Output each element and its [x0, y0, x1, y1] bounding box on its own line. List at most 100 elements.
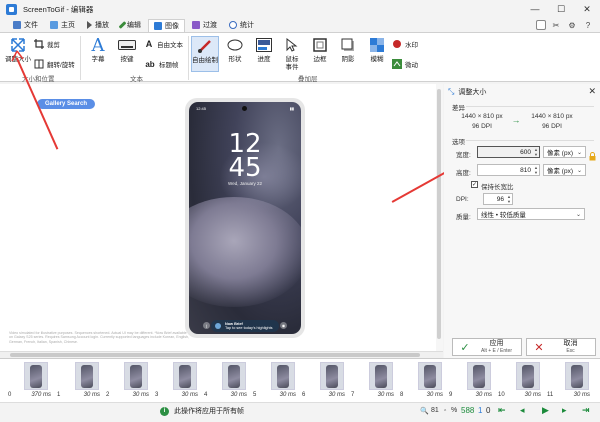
tab-file[interactable]: 文件: [8, 19, 43, 32]
image-icon: [154, 21, 162, 30]
height-input[interactable]: 810 ▲ ▼: [477, 164, 540, 176]
height-unit-select[interactable]: 像素 (px) ⌄: [543, 164, 586, 176]
dpi-input[interactable]: 96 ▲ ▼: [483, 193, 513, 205]
help-icon[interactable]: ?: [582, 20, 594, 30]
frame-item[interactable]: 7 30 ms: [349, 362, 398, 398]
progress-button[interactable]: 进度: [250, 36, 278, 64]
width-unit-select[interactable]: 像素 (px) ⌄: [543, 146, 586, 158]
frame-item[interactable]: 0 370 ms: [6, 362, 55, 398]
quality-select[interactable]: 线性 • 较低质量 ⌄: [477, 208, 585, 220]
stepper-icon[interactable]: ▲ ▼: [534, 165, 538, 175]
caption-button[interactable]: A 字幕: [84, 35, 112, 64]
cut-icon[interactable]: ✂: [550, 20, 562, 30]
first-frame-icon[interactable]: ⇤: [498, 405, 506, 416]
frame-item[interactable]: 11 30 ms: [545, 362, 594, 398]
new-size: 1440 × 810 px: [531, 113, 573, 120]
frame-thumbnail: [320, 362, 344, 390]
frame-number: 7: [351, 392, 355, 398]
apply-label: 应用: [489, 339, 504, 347]
stepper-icon[interactable]: ▲ ▼: [507, 194, 511, 204]
scrollbar-thumb[interactable]: [437, 89, 441, 339]
play-icon[interactable]: ▶: [542, 405, 549, 416]
crop-button[interactable]: 裁剪: [34, 39, 60, 49]
frame-item[interactable]: 6 30 ms: [300, 362, 349, 398]
panel-close-icon[interactable]: ✕: [588, 86, 596, 97]
quality-value: 线性 • 较低质量: [481, 212, 526, 219]
free-text-button[interactable]: A 自由文本: [144, 39, 183, 49]
frame-item[interactable]: 10 30 ms: [496, 362, 545, 398]
frame-item[interactable]: 1 30 ms: [55, 362, 104, 398]
width-input[interactable]: 600 ▲ ▼: [477, 146, 540, 158]
flashlight-icon: (: [203, 322, 210, 329]
quick-toggle[interactable]: [536, 20, 546, 30]
shapes-button[interactable]: 形状: [221, 36, 249, 64]
tab-statistics[interactable]: 统计: [224, 19, 259, 32]
frame-number: 10: [498, 392, 505, 398]
mouse-events-button[interactable]: 鼠标 事件: [278, 36, 306, 72]
lock-clock-minute: 45: [228, 153, 262, 183]
flip-label: 翻转/旋转: [47, 62, 75, 69]
tab-edit[interactable]: 编辑: [116, 19, 146, 32]
status-bar: [0, 402, 600, 422]
free-drawing-button[interactable]: 自由绘制: [191, 36, 219, 72]
keep-ratio-checkbox[interactable]: ✓: [471, 181, 478, 188]
key-strokes-button[interactable]: 按键: [113, 36, 141, 64]
frame-item[interactable]: 5 30 ms: [251, 362, 300, 398]
stepper-icon[interactable]: ▲ ▼: [534, 147, 538, 157]
title-frame-button[interactable]: ab 标题帧: [144, 59, 178, 70]
apply-button[interactable]: ✓ 应用 Alt + E / Enter: [452, 338, 522, 356]
zoom-stepper-icon[interactable]: ⌃: [443, 409, 447, 415]
close-button[interactable]: ✕: [574, 0, 600, 18]
last-frame-icon[interactable]: ⇥: [582, 405, 590, 416]
cancel-button[interactable]: ✕ 取消 Esc: [526, 338, 596, 356]
frame-delay: 30 ms: [524, 392, 541, 398]
info-icon: i: [160, 406, 169, 416]
frame-item[interactable]: 8 30 ms: [398, 362, 447, 398]
caption-label: 字幕: [91, 56, 105, 63]
zoom-icon[interactable]: 🔍: [420, 407, 429, 415]
border-button[interactable]: 边框: [306, 36, 334, 64]
scrollbar-thumb[interactable]: [10, 353, 420, 357]
obfuscate-button[interactable]: 模糊: [363, 36, 391, 64]
frame-item[interactable]: 3 30 ms: [153, 362, 202, 398]
frame-delay: 30 ms: [230, 392, 247, 398]
cinemagraph-button[interactable]: 微动: [392, 59, 418, 69]
zoom-value[interactable]: 81: [431, 407, 439, 414]
border-icon: [310, 36, 330, 54]
width-label: 宽度:: [456, 152, 471, 159]
ribbon: 调整大小 裁剪 翻转/旋转 大小和位置 A 字幕 按键 A 自由文本 ab 标题…: [0, 32, 600, 83]
tab-transitions[interactable]: 过渡: [187, 19, 222, 32]
vertical-scrollbar[interactable]: [436, 84, 443, 351]
tab-image[interactable]: 图像: [148, 18, 185, 32]
resize-icon: ⤡: [448, 87, 455, 96]
keep-ratio-label: 保持长宽比: [481, 184, 514, 191]
horizontal-scrollbar[interactable]: [0, 351, 443, 358]
maximize-button[interactable]: ☐: [548, 0, 574, 18]
height-value: 810: [520, 166, 531, 174]
frame-item[interactable]: 9 30 ms: [447, 362, 496, 398]
pencil-icon: [118, 21, 127, 29]
frame-thumbnail: [222, 362, 246, 390]
keyboard-icon: [117, 36, 137, 54]
next-frame-icon[interactable]: ▸: [562, 405, 567, 416]
shadow-button[interactable]: 阴影: [334, 36, 362, 64]
frame-item[interactable]: 2 30 ms: [104, 362, 153, 398]
frame-thumbnail: [24, 362, 48, 390]
cancel-label: 取消: [563, 339, 578, 347]
mouse-events-label: 鼠标 事件: [285, 56, 299, 71]
frame-item[interactable]: 4 30 ms: [202, 362, 251, 398]
new-dpi: 96 DPI: [542, 123, 562, 130]
previous-frame-icon[interactable]: ◂: [520, 405, 525, 416]
flip-rotate-button[interactable]: 翻转/旋转: [34, 59, 75, 69]
zoom-percent: %: [451, 407, 458, 414]
original-dpi: 96 DPI: [472, 123, 492, 130]
watermark-icon: [392, 39, 402, 49]
shadow-label: 阴影: [341, 56, 355, 63]
watermark-button[interactable]: 水印: [392, 39, 418, 49]
tab-playback[interactable]: 播放: [82, 19, 114, 32]
lock-icon[interactable]: [589, 152, 596, 161]
cancel-x-icon: ✕: [534, 341, 544, 354]
tab-home[interactable]: 主页: [45, 19, 80, 32]
gear-icon[interactable]: ⚙: [566, 20, 578, 30]
minimize-button[interactable]: —: [522, 0, 548, 18]
